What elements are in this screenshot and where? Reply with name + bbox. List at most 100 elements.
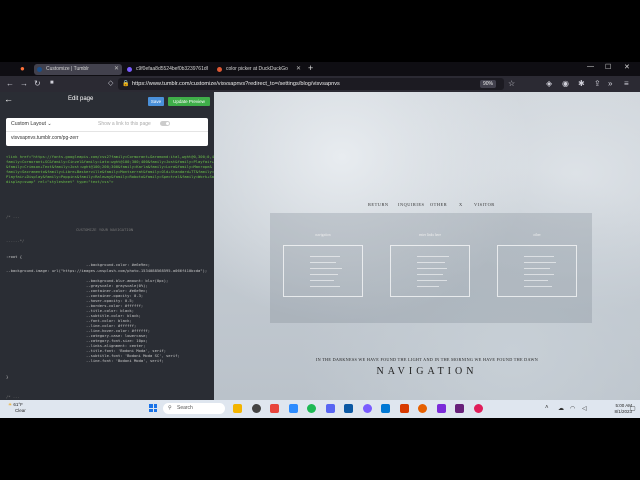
top-link-x[interactable]: X <box>459 202 463 207</box>
link-line[interactable] <box>310 280 334 281</box>
cloud-icon[interactable]: ☁ <box>558 405 564 412</box>
top-link-inquiries[interactable]: INQUIRIES <box>398 202 424 207</box>
link-line[interactable] <box>524 268 550 269</box>
link-line[interactable] <box>417 286 439 287</box>
weather-sun-icon: ☀ <box>8 402 13 407</box>
code-line: --line-font: 'Bodoni Moda', serif; <box>86 358 164 363</box>
link-line[interactable] <box>310 286 340 287</box>
taskbar-app-icon[interactable] <box>436 404 446 413</box>
close-tab-icon[interactable]: ✕ <box>114 64 119 75</box>
editor-header: ← Edit page Save Update Preview <box>0 92 214 110</box>
shield-icon[interactable]: ◇ <box>108 79 113 87</box>
page-preview: RETURN INQUIRIES OTHER X VISITOR navigat… <box>214 92 640 417</box>
taskbar-search[interactable]: ⚲ Search <box>163 403 225 414</box>
wifi-icon[interactable]: ◠ <box>570 405 575 412</box>
speaker-icon[interactable]: ◁ <box>582 405 587 412</box>
taskbar-app-icon[interactable] <box>473 404 483 413</box>
chevron-up-icon[interactable]: ˄ <box>545 405 549 411</box>
link-line[interactable] <box>417 274 443 275</box>
shield-outline-icon[interactable]: ◈ <box>546 79 552 88</box>
show-link-toggle[interactable] <box>160 121 170 126</box>
firefox-icon[interactable]: ● <box>20 64 25 73</box>
taskbar-app-icon[interactable] <box>270 404 279 413</box>
link-line[interactable] <box>524 274 554 275</box>
page-favicon-icon <box>127 67 132 72</box>
link-line[interactable] <box>310 274 338 275</box>
page-title: Edit page <box>68 96 94 102</box>
link-line[interactable] <box>417 268 447 269</box>
link-line[interactable] <box>524 286 552 287</box>
taskbar: ☀ 61°F Clear ⚲ Search ˄ ☁ ◠ ◁ 5:00 AM 8/… <box>0 400 640 418</box>
taskbar-app-icon[interactable] <box>455 404 464 413</box>
code-line: CUSTOMIZE YOUR NAVIGATION <box>76 227 134 232</box>
link-line[interactable] <box>310 268 342 269</box>
code-editor[interactable]: <link href="https://fonts.googleapis.com… <box>6 154 214 417</box>
taskbar-app-icon[interactable] <box>307 404 316 413</box>
weather-temp: 61°F <box>13 402 23 407</box>
share-icon[interactable]: ⇪ <box>594 79 601 88</box>
divider <box>6 131 208 132</box>
windows-start-icon[interactable] <box>149 404 157 412</box>
code-line: ------*/ <box>6 238 25 243</box>
link-line[interactable] <box>524 280 548 281</box>
layout-select[interactable]: Custom Layout ⌄ <box>11 121 52 127</box>
link-line[interactable] <box>417 280 447 281</box>
tab-color-picker[interactable]: color picker at DuckDuckGo ✕ <box>214 64 304 75</box>
update-preview-button[interactable]: Update Preview <box>168 97 210 106</box>
browser-tab-bar: ● Customize | Tumblr ✕ c9f0efaa8d5524bef… <box>0 62 640 76</box>
notification-icon[interactable]: ▢ <box>630 405 636 412</box>
taskbar-app-icon[interactable] <box>399 404 409 413</box>
plus-icon[interactable]: + <box>308 63 313 73</box>
reload-icon[interactable]: ↻ <box>34 79 41 88</box>
link-line[interactable] <box>310 256 340 257</box>
page-settings-box: Custom Layout ⌄ Show a link to this page… <box>6 118 208 146</box>
link-line[interactable] <box>417 256 449 257</box>
code-line: /* --- <box>6 394 20 399</box>
overflow-icon[interactable]: » <box>608 79 612 88</box>
top-link-return[interactable]: RETURN <box>368 202 389 207</box>
taskbar-app-icon[interactable] <box>344 404 353 413</box>
minimize-icon[interactable]: — <box>587 63 594 70</box>
menu-icon[interactable]: ≡ <box>624 79 629 88</box>
camera-icon[interactable]: ■ <box>50 80 54 86</box>
top-link-visitor[interactable]: VISITOR <box>474 202 495 207</box>
column-title: navigation <box>315 233 331 237</box>
taskbar-app-icon[interactable] <box>288 404 298 413</box>
url-bar[interactable]: 🔒 https://www.tumblr.com/customize/visvs… <box>118 78 504 90</box>
bookmark-star-icon[interactable]: ☆ <box>508 79 515 88</box>
code-line: /* --- <box>6 214 20 219</box>
tab-label: c9f0efaa8d5524bef0b3239761d6b <box>136 66 208 72</box>
save-button[interactable]: Save <box>148 97 164 106</box>
page-url-input[interactable]: visvsapnvs.tumblr.com/pg-zerr <box>11 135 79 141</box>
browser-nav-bar: ← → ↻ ■ ◇ 🔒 https://www.tumblr.com/custo… <box>0 76 640 92</box>
link-line[interactable] <box>524 256 554 257</box>
link-line[interactable] <box>524 262 556 263</box>
account-icon[interactable]: ◉ <box>562 79 569 88</box>
taskbar-app-icon[interactable] <box>251 404 261 413</box>
zoom-level[interactable]: 90% <box>479 80 496 88</box>
navigation-title: NAVIGATION <box>376 366 478 377</box>
extensions-icon[interactable]: ✱ <box>578 79 585 88</box>
link-toggle-label: Show a link to this page <box>98 121 151 127</box>
taskbar-app-icon[interactable] <box>418 404 427 413</box>
weather-widget[interactable]: ☀ 61°F Clear <box>8 402 26 414</box>
maximize-icon[interactable]: ☐ <box>605 63 611 71</box>
back-arrow-icon[interactable]: ← <box>6 79 14 88</box>
taskbar-app-icon[interactable] <box>325 404 335 413</box>
taskbar-app-icon[interactable] <box>362 404 372 413</box>
close-window-icon[interactable]: ✕ <box>624 63 630 71</box>
tab-hash-page[interactable]: c9f0efaa8d5524bef0b3239761d6b <box>124 64 208 75</box>
forward-arrow-icon[interactable]: → <box>20 79 28 88</box>
link-line[interactable] <box>310 262 336 263</box>
column-title: enter links here <box>418 233 442 237</box>
url-text[interactable]: https://www.tumblr.com/customize/visvsap… <box>132 78 340 90</box>
tab-customize-tumblr[interactable]: Customize | Tumblr ✕ <box>34 64 122 75</box>
search-icon: ⚲ <box>168 405 172 411</box>
back-arrow-icon[interactable]: ← <box>4 94 13 104</box>
taskbar-app-icon[interactable] <box>233 404 242 413</box>
close-tab-icon[interactable]: ✕ <box>296 64 301 75</box>
taskbar-app-icon[interactable] <box>381 404 390 413</box>
link-line[interactable] <box>417 262 445 263</box>
link-column <box>283 245 363 297</box>
top-link-other[interactable]: OTHER <box>430 202 447 207</box>
